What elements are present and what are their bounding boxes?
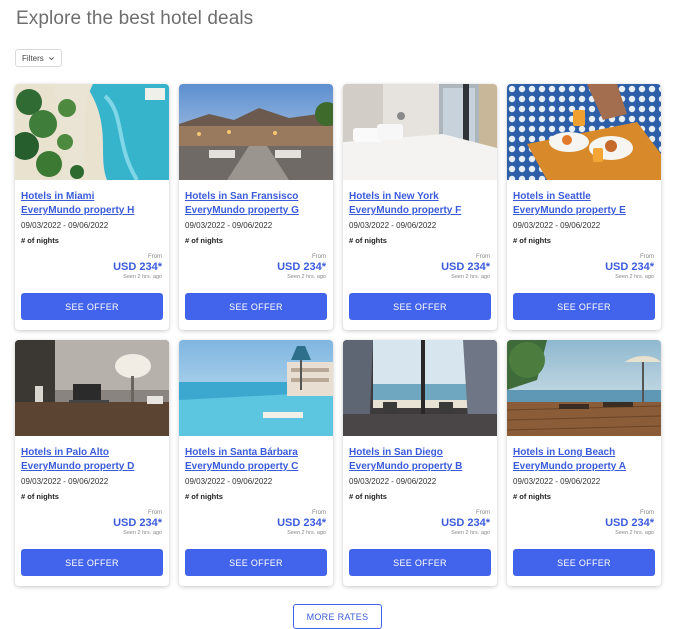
price-block: From USD 234* Seen 2 hrs. ago [277,254,326,280]
price-value: USD 234* [113,517,162,529]
seen-timestamp: Seen 2 hrs. ago [451,530,490,536]
hotel-title-link[interactable]: Hotels in San Diego EveryMundo property … [349,446,491,474]
nights-label: # of nights [349,492,387,501]
filters-button[interactable]: Filters [15,49,62,67]
seen-timestamp: Seen 2 hrs. ago [287,530,326,536]
nights-label: # of nights [21,236,59,245]
hotel-photo [15,84,169,180]
price-block: From USD 234* Seen 2 hrs. ago [605,510,654,536]
hotel-title-link[interactable]: Hotels in Seattle EveryMundo property E [513,190,655,218]
hotel-city: Hotels in San Diego [349,447,443,458]
price-value: USD 234* [441,517,490,529]
price-block: From USD 234* Seen 2 hrs. ago [605,254,654,280]
stay-dates: 09/03/2022 - 09/06/2022 [185,221,273,230]
hotel-photo [507,340,661,436]
hotel-city: Hotels in Palo Alto [21,447,109,458]
hotel-property: EveryMundo property B [349,461,463,472]
hotel-deals-grid: Hotels in Miami EveryMundo property H 09… [15,84,661,586]
hotel-property: EveryMundo property A [513,461,626,472]
hotel-photo [343,84,497,180]
see-offer-button[interactable]: SEE OFFER [185,549,327,576]
hotel-card: Hotels in San Fransisco EveryMundo prope… [179,84,333,330]
hotel-property: EveryMundo property D [21,461,135,472]
nights-label: # of nights [349,236,387,245]
seen-timestamp: Seen 2 hrs. ago [287,274,326,280]
stay-dates: 09/03/2022 - 09/06/2022 [185,477,273,486]
stay-dates: 09/03/2022 - 09/06/2022 [349,477,437,486]
hotel-property: EveryMundo property H [21,205,135,216]
seen-timestamp: Seen 2 hrs. ago [615,274,654,280]
stay-dates: 09/03/2022 - 09/06/2022 [513,477,601,486]
hotel-property: EveryMundo property F [349,205,462,216]
hotel-photo [15,340,169,436]
hotel-title-link[interactable]: Hotels in San Fransisco EveryMundo prope… [185,190,327,218]
nights-label: # of nights [185,236,223,245]
hotel-card: Hotels in Miami EveryMundo property H 09… [15,84,169,330]
price-block: From USD 234* Seen 2 hrs. ago [113,510,162,536]
hotel-card: Hotels in New York EveryMundo property F… [343,84,497,330]
price-block: From USD 234* Seen 2 hrs. ago [277,510,326,536]
price-block: From USD 234* Seen 2 hrs. ago [113,254,162,280]
hotel-photo [507,84,661,180]
price-value: USD 234* [605,517,654,529]
nights-label: # of nights [513,492,551,501]
seen-timestamp: Seen 2 hrs. ago [123,530,162,536]
stay-dates: 09/03/2022 - 09/06/2022 [21,221,109,230]
more-rates-button[interactable]: MORE RATES [293,604,382,629]
hotel-city: Hotels in Long Beach [513,447,616,458]
see-offer-button[interactable]: SEE OFFER [349,549,491,576]
hotel-city: Hotels in Santa Bárbara [185,447,298,458]
see-offer-button[interactable]: SEE OFFER [349,293,491,320]
hotel-city: Hotels in Seattle [513,191,591,202]
nights-label: # of nights [21,492,59,501]
seen-timestamp: Seen 2 hrs. ago [123,274,162,280]
hotel-card: Hotels in Long Beach EveryMundo property… [507,340,661,586]
see-offer-button[interactable]: SEE OFFER [513,293,655,320]
see-offer-button[interactable]: SEE OFFER [21,293,163,320]
hotel-city: Hotels in San Fransisco [185,191,299,202]
nights-label: # of nights [185,492,223,501]
price-value: USD 234* [277,517,326,529]
price-value: USD 234* [113,261,162,273]
hotel-title-link[interactable]: Hotels in Palo Alto EveryMundo property … [21,446,163,474]
hotel-title-link[interactable]: Hotels in New York EveryMundo property F [349,190,491,218]
hotel-property: EveryMundo property G [185,205,299,216]
see-offer-button[interactable]: SEE OFFER [21,549,163,576]
price-value: USD 234* [605,261,654,273]
hotel-property: EveryMundo property C [185,461,299,472]
hotel-photo [343,340,497,436]
hotel-photo [179,340,333,436]
stay-dates: 09/03/2022 - 09/06/2022 [349,221,437,230]
hotel-property: EveryMundo property E [513,205,626,216]
price-block: From USD 234* Seen 2 hrs. ago [441,510,490,536]
hotel-card: Hotels in San Diego EveryMundo property … [343,340,497,586]
nights-label: # of nights [513,236,551,245]
hotel-city: Hotels in New York [349,191,439,202]
see-offer-button[interactable]: SEE OFFER [185,293,327,320]
price-value: USD 234* [441,261,490,273]
hotel-city: Hotels in Miami [21,191,95,202]
stay-dates: 09/03/2022 - 09/06/2022 [513,221,601,230]
hotel-card: Hotels in Santa Bárbara EveryMundo prope… [179,340,333,586]
chevron-down-icon [48,56,54,60]
hotel-photo [179,84,333,180]
hotel-card: Hotels in Palo Alto EveryMundo property … [15,340,169,586]
page-title: Explore the best hotel deals [16,8,254,29]
seen-timestamp: Seen 2 hrs. ago [451,274,490,280]
filters-label: Filters [22,53,44,63]
hotel-card: Hotels in Seattle EveryMundo property E … [507,84,661,330]
stay-dates: 09/03/2022 - 09/06/2022 [21,477,109,486]
price-block: From USD 234* Seen 2 hrs. ago [441,254,490,280]
hotel-title-link[interactable]: Hotels in Miami EveryMundo property H [21,190,163,218]
hotel-title-link[interactable]: Hotels in Santa Bárbara EveryMundo prope… [185,446,327,474]
seen-timestamp: Seen 2 hrs. ago [615,530,654,536]
hotel-title-link[interactable]: Hotels in Long Beach EveryMundo property… [513,446,655,474]
see-offer-button[interactable]: SEE OFFER [513,549,655,576]
price-value: USD 234* [277,261,326,273]
